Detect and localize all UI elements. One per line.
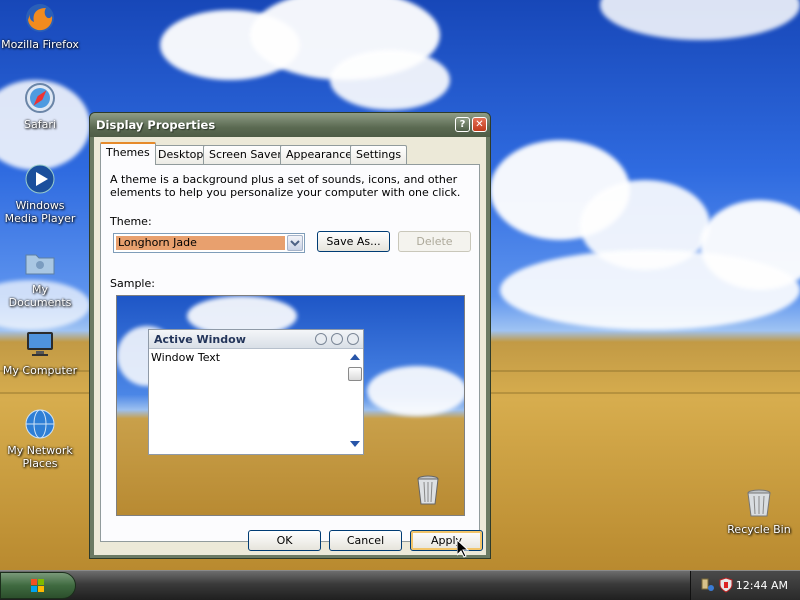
tab-themes[interactable]: Themes <box>100 142 156 165</box>
scroll-up-icon <box>350 354 360 360</box>
theme-label: Theme: <box>110 215 152 228</box>
save-as-button[interactable]: Save As... <box>317 231 390 252</box>
cloud <box>500 250 800 330</box>
sample-scrollbar <box>347 349 363 454</box>
desktop-icon-network-places[interactable]: My Network Places <box>0 408 80 470</box>
theme-sample-preview: Active Window Window Text <box>116 295 465 516</box>
media-player-icon <box>24 163 56 195</box>
recycle-bin-icon <box>415 474 441 509</box>
taskbar-clock[interactable]: 12:44 AM <box>736 579 788 592</box>
mouse-cursor-icon <box>456 538 470 561</box>
preview-cloud <box>367 366 464 416</box>
sample-window-title: Active Window <box>154 333 246 346</box>
desktop-icon-label: Safari <box>24 118 56 131</box>
tab-desktop[interactable]: Desktop <box>152 145 210 164</box>
desktop-icon-firefox[interactable]: Mozilla Firefox <box>0 2 80 51</box>
tab-screen-saver[interactable]: Screen Saver <box>203 145 288 164</box>
folder-icon <box>24 247 56 279</box>
help-button[interactable]: ? <box>455 117 470 132</box>
desktop-icon-label: Recycle Bin <box>727 523 791 536</box>
security-shield-icon[interactable] <box>719 577 733 596</box>
desktop-icon-media-player[interactable]: Windows Media Player <box>0 163 80 225</box>
desktop-icon-label: My Computer <box>2 364 78 377</box>
desktop-icon-label: Mozilla Firefox <box>1 38 79 51</box>
tab-label: Desktop <box>158 148 204 161</box>
cancel-button[interactable]: Cancel <box>329 530 402 551</box>
scroll-thumb <box>348 367 362 381</box>
desktop-icon-safari[interactable]: Safari <box>0 82 80 131</box>
globe-icon <box>24 408 56 440</box>
ok-button[interactable]: OK <box>248 530 321 551</box>
sample-active-window: Active Window Window Text <box>148 329 364 455</box>
help-icon: ? <box>459 119 466 130</box>
desktop-icon-label: My Network Places <box>7 444 73 470</box>
dialog-title-bar[interactable]: Display Properties ? ✕ <box>90 113 490 137</box>
safari-compass-icon <box>24 82 56 114</box>
tab-label: Settings <box>356 148 402 161</box>
recycle-bin-icon <box>743 487 775 519</box>
desktop-icon-my-computer[interactable]: My Computer <box>0 328 80 377</box>
delete-button[interactable]: Delete <box>398 231 471 252</box>
monitor-icon <box>24 328 56 360</box>
display-properties-dialog: Display Properties ? ✕ Themes Desktop Sc… <box>89 112 491 559</box>
sample-window-title-bar: Active Window <box>149 330 363 349</box>
dialog-title: Display Properties <box>96 118 216 132</box>
desktop-icon-label: My Documents <box>8 283 72 309</box>
sample-window-text: Window Text <box>151 351 221 364</box>
desktop-icon-my-documents[interactable]: My Documents <box>0 247 80 309</box>
close-icon: ✕ <box>475 119 484 130</box>
desktop-icon-recycle-bin[interactable]: Recycle Bin <box>719 487 799 536</box>
tab-label: Appearance <box>286 148 353 161</box>
scroll-down-icon <box>350 441 360 447</box>
theme-dropdown[interactable]: Longhorn Jade <box>113 233 305 253</box>
sample-label: Sample: <box>110 277 155 290</box>
taskbar: 12:44 AM <box>0 570 800 600</box>
windows-logo-icon <box>31 579 45 593</box>
network-tray-icon[interactable] <box>701 577 715 596</box>
theme-description: A theme is a background plus a set of so… <box>110 173 461 199</box>
tab-label: Themes <box>106 146 150 159</box>
desktop-icon-label: Windows Media Player <box>4 199 76 225</box>
tab-label: Screen Saver <box>209 148 282 161</box>
system-tray: 12:44 AM <box>690 571 800 600</box>
tab-appearance[interactable]: Appearance <box>280 145 359 164</box>
close-icon <box>347 333 359 345</box>
maximize-icon <box>331 333 343 345</box>
theme-selected-value: Longhorn Jade <box>116 236 285 250</box>
cloud <box>600 0 800 40</box>
firefox-icon <box>24 2 56 34</box>
cloud <box>330 50 450 110</box>
start-button[interactable] <box>0 572 76 599</box>
minimize-icon <box>315 333 327 345</box>
chevron-down-icon[interactable] <box>287 235 303 251</box>
dialog-body: Themes Desktop Screen Saver Appearance S… <box>94 137 486 555</box>
apply-button[interactable]: Apply <box>410 530 483 551</box>
close-button[interactable]: ✕ <box>472 117 487 132</box>
tab-settings[interactable]: Settings <box>350 145 408 164</box>
